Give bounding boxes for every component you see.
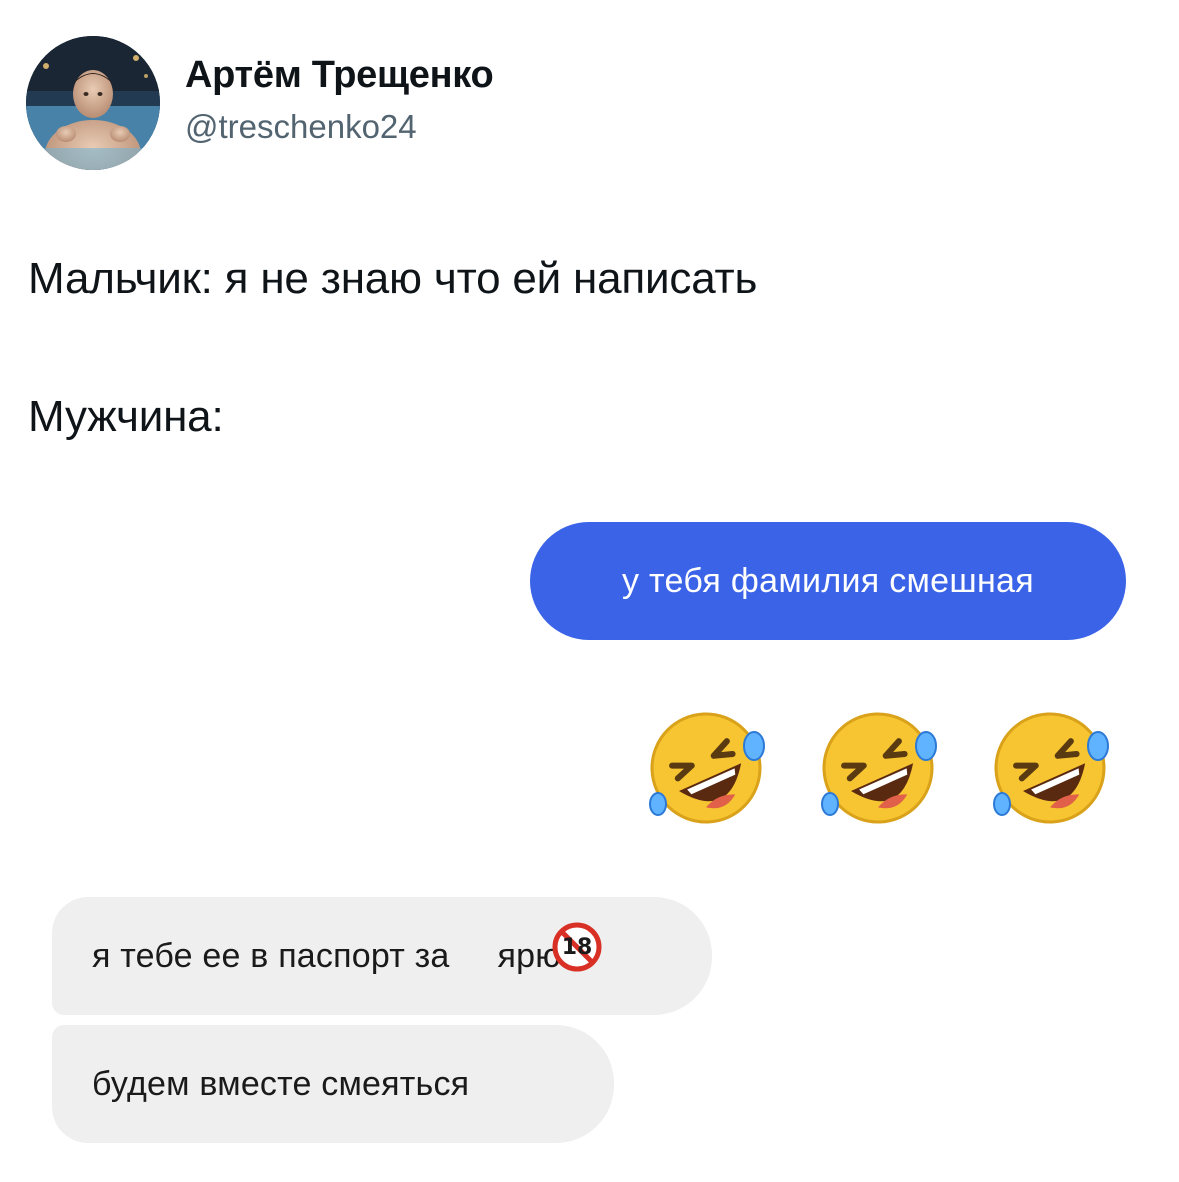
rolling-on-floor-laughing-icon [982,700,1118,836]
tweet-text-line: Мальчик: я не знаю что ей написать [28,254,758,303]
received-message-bubble: будем вместе смеяться [52,1025,614,1143]
received-message-text: будем вместе смеяться [92,1064,470,1103]
sent-message-text: у тебя фамилия смешная [622,561,1034,600]
profile-photo-icon [26,36,160,170]
sent-message-bubble: у тебя фамилия смешная [530,522,1126,640]
rolling-on-floor-laughing-icon [810,700,946,836]
rolling-on-floor-laughing-icon [638,700,774,836]
avatar[interactable] [26,36,160,170]
emoji-row [638,700,1128,835]
author-handle[interactable]: @treschenko24 [185,108,417,146]
censor-badge-label: 18 [561,934,593,960]
tweet-text-line: Мужчина: [28,392,224,441]
received-message-bubble: я тебе ее в паспорт за ярю [52,897,712,1015]
received-message-text: я тебе ее в паспорт за ярю [92,937,561,976]
received-message-text-start: я тебе ее в паспорт за [92,936,450,975]
author-name[interactable]: Артём Трещенко [185,54,494,97]
no-under-18-icon: 18 [552,922,602,972]
